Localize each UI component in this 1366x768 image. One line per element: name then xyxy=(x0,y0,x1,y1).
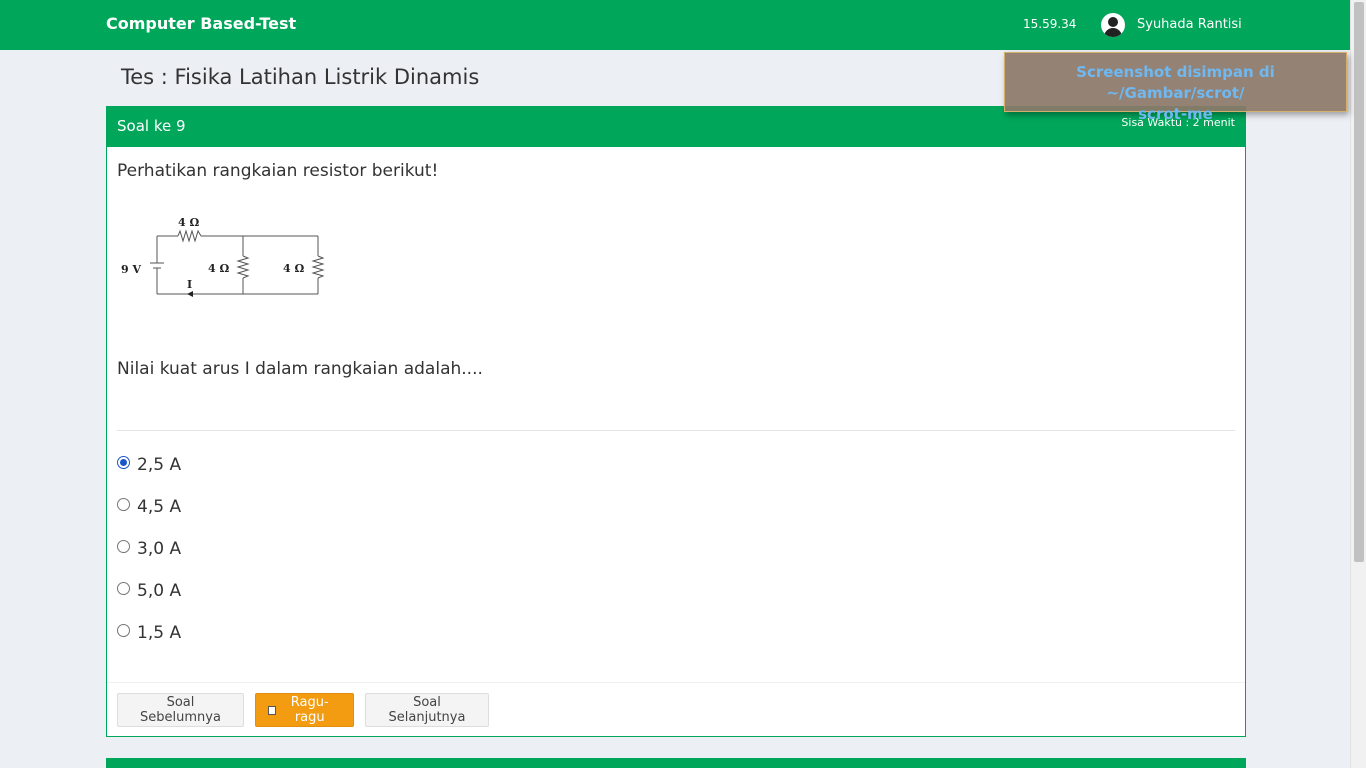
answer-option-d[interactable]: 5,0 A xyxy=(117,579,181,603)
doubtful-toggle-button[interactable]: Ragu-ragu xyxy=(255,693,354,727)
answer-option-b[interactable]: 4,5 A xyxy=(117,495,181,519)
next-question-button[interactable]: Soal Selanjutnya xyxy=(365,693,489,727)
doubtful-label: Ragu-ragu xyxy=(290,695,329,725)
resistor-right-label: 4 Ω xyxy=(283,262,304,275)
brand-title[interactable]: Computer Based-Test xyxy=(106,14,296,33)
current-arrow-icon xyxy=(187,291,193,297)
answer-label: 5,0 A xyxy=(137,581,182,601)
user-avatar-icon[interactable] xyxy=(1101,13,1125,37)
answer-label: 1,5 A xyxy=(137,623,182,643)
previous-question-button[interactable]: Soal Sebelumnya xyxy=(117,693,244,727)
notification-line-2: scrot-me xyxy=(1138,105,1213,123)
radio-button[interactable] xyxy=(117,581,130,595)
doubtful-checkbox[interactable] xyxy=(268,705,277,715)
answer-label: 2,5 A xyxy=(137,455,182,475)
answer-option-a[interactable]: 2,5 A xyxy=(117,453,181,477)
answer-option-e[interactable]: 1,5 A xyxy=(117,621,181,645)
resistor-middle-label: 4 Ω xyxy=(208,262,229,275)
screenshot-notification[interactable]: Screenshot disimpan di ~/Gambar/scrot/ s… xyxy=(1004,52,1347,123)
question-ask: Nilai kuat arus I dalam rangkaian adalah… xyxy=(117,359,483,379)
answer-label: 4,5 A xyxy=(137,497,182,517)
top-navbar: Computer Based-Test 15.59.34 Syuhada Ran… xyxy=(0,0,1350,50)
page-title: Tes : Fisika Latihan Listrik Dinamis xyxy=(121,65,480,89)
radio-button-selected[interactable] xyxy=(117,455,130,469)
user-name[interactable]: Syuhada Rantisi xyxy=(1137,17,1242,32)
question-card: Soal ke 9 Sisa Waktu : 2 menit Perhatika… xyxy=(106,106,1246,737)
radio-button[interactable] xyxy=(117,623,130,637)
circuit-diagram: 4 Ω 9 V 4 Ω 4 Ω I xyxy=(121,216,325,297)
question-footer: Soal Sebelumnya Ragu-ragu Soal Selanjutn… xyxy=(107,682,1245,736)
answer-label: 3,0 A xyxy=(137,539,182,559)
battery-label: 9 V xyxy=(121,263,141,276)
answer-option-c[interactable]: 3,0 A xyxy=(117,537,181,561)
resistor-top-label: 4 Ω xyxy=(178,216,199,229)
radio-button[interactable] xyxy=(117,497,130,511)
question-prompt: Perhatikan rangkaian resistor berikut! xyxy=(117,161,439,181)
page-scrollbar[interactable] xyxy=(1350,0,1366,768)
notification-line-1: Screenshot disimpan di ~/Gambar/scrot/ xyxy=(1076,63,1275,102)
current-label: I xyxy=(187,278,192,291)
radio-button[interactable] xyxy=(117,539,130,553)
question-number: Soal ke 9 xyxy=(117,117,186,135)
divider xyxy=(117,430,1235,431)
clock-display: 15.59.34 xyxy=(1023,17,1077,31)
scrollbar-thumb[interactable] xyxy=(1354,2,1364,562)
next-card-header xyxy=(106,758,1246,768)
